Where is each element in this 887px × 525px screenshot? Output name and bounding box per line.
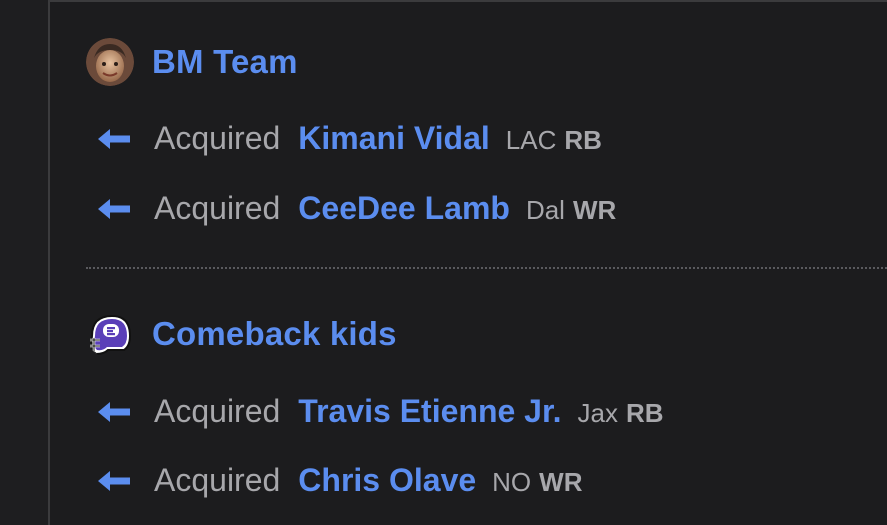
arrow-left-icon <box>98 401 130 422</box>
team-header-bm-team: BM Team <box>86 38 298 86</box>
transaction-row: Acquired Chris Olave NO WR <box>96 462 582 499</box>
action-label: Acquired <box>154 393 281 429</box>
transaction-row: Acquired Kimani Vidal LAC RB <box>96 120 602 157</box>
arrow-left-icon <box>98 128 130 149</box>
left-gutter <box>0 0 48 525</box>
football-helmet-icon[interactable] <box>86 310 134 358</box>
action-label: Acquired <box>154 190 281 226</box>
arrow-left-icon <box>98 470 130 491</box>
transaction-row: Acquired CeeDee Lamb Dal WR <box>96 190 616 227</box>
transaction-row: Acquired Travis Etienne Jr. Jax RB <box>96 393 664 430</box>
player-position: RB <box>564 125 602 155</box>
person-avatar[interactable] <box>86 38 134 86</box>
action-label: Acquired <box>154 120 281 156</box>
team-name[interactable]: Comeback kids <box>152 315 397 353</box>
team-name[interactable]: BM Team <box>152 43 298 81</box>
arrow-left-icon <box>98 198 130 219</box>
action-label: Acquired <box>154 462 281 498</box>
player-position: WR <box>539 467 583 497</box>
player-position: RB <box>626 398 664 428</box>
player-link[interactable]: Kimani Vidal <box>298 120 489 157</box>
player-link[interactable]: Travis Etienne Jr. <box>298 393 561 430</box>
player-team: Dal <box>525 195 565 225</box>
player-position: WR <box>572 195 617 225</box>
player-link[interactable]: CeeDee Lamb <box>298 190 510 227</box>
section-divider <box>86 267 887 269</box>
player-team: Jax <box>577 398 619 428</box>
player-team: LAC <box>505 125 557 155</box>
team-header-comeback-kids: Comeback kids <box>86 310 397 358</box>
player-link[interactable]: Chris Olave <box>298 462 476 499</box>
player-team: NO <box>492 467 532 497</box>
